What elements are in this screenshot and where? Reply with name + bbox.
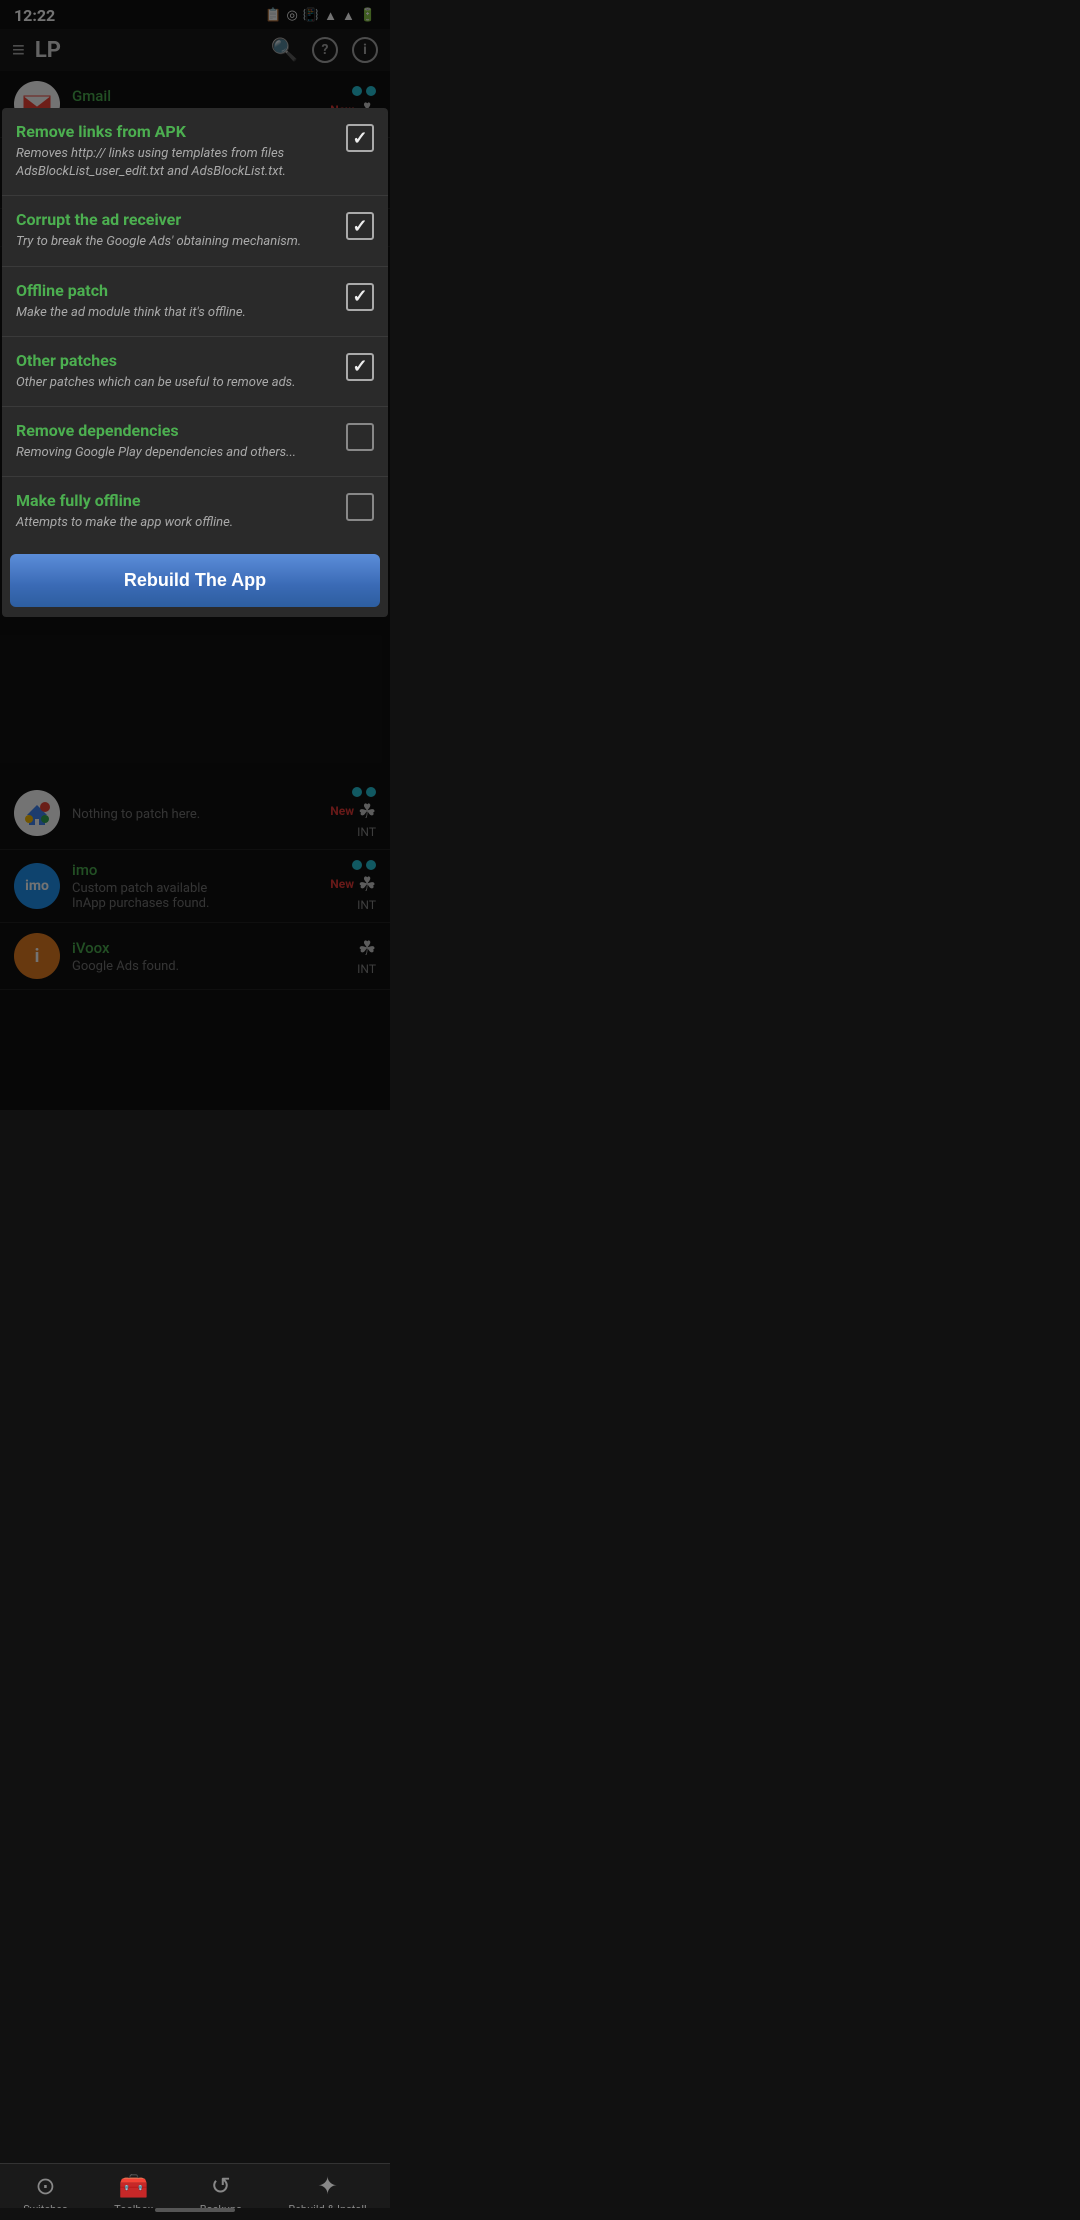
patch-desc-fully-offline: Attempts to make the app work offline.: [16, 514, 336, 532]
backups-icon: ↺: [211, 2172, 231, 2200]
patch-text-fully-offline: Make fully offline Attempts to make the …: [16, 491, 346, 532]
patch-checkbox-other-patches[interactable]: [346, 353, 374, 381]
patch-item-remove-links[interactable]: Remove links from APK Removes http:// li…: [2, 108, 388, 196]
patch-checkbox-remove-deps[interactable]: [346, 423, 374, 451]
nav-indicator: [0, 2208, 390, 2220]
nav-indicator-bar: [155, 2208, 235, 2212]
patch-modal: Remove links from APK Removes http:// li…: [2, 108, 388, 617]
patch-title-fully-offline: Make fully offline: [16, 491, 336, 510]
patch-checkbox-fully-offline[interactable]: [346, 493, 374, 521]
patch-desc-remove-deps: Removing Google Play dependencies and ot…: [16, 444, 336, 462]
patch-text-corrupt-ad: Corrupt the ad receiver Try to break the…: [16, 210, 346, 251]
patch-title-offline-patch: Offline patch: [16, 281, 336, 300]
patch-text-remove-deps: Remove dependencies Removing Google Play…: [16, 421, 346, 462]
patch-text-remove-links: Remove links from APK Removes http:// li…: [16, 122, 346, 181]
patch-item-remove-deps[interactable]: Remove dependencies Removing Google Play…: [2, 407, 388, 477]
patch-title-remove-deps: Remove dependencies: [16, 421, 336, 440]
patch-desc-offline-patch: Make the ad module think that it's offli…: [16, 304, 336, 322]
patch-title-corrupt-ad: Corrupt the ad receiver: [16, 210, 336, 229]
patch-desc-other-patches: Other patches which can be useful to rem…: [16, 374, 336, 392]
patch-item-fully-offline[interactable]: Make fully offline Attempts to make the …: [2, 477, 388, 546]
patch-title-other-patches: Other patches: [16, 351, 336, 370]
patch-title-remove-links: Remove links from APK: [16, 122, 336, 141]
switches-icon: ⊙: [35, 2172, 55, 2200]
patch-desc-remove-links: Removes http:// links using templates fr…: [16, 145, 336, 181]
patch-item-other-patches[interactable]: Other patches Other patches which can be…: [2, 337, 388, 407]
patch-desc-corrupt-ad: Try to break the Google Ads' obtaining m…: [16, 233, 336, 251]
patch-checkbox-offline-patch[interactable]: [346, 283, 374, 311]
patch-checkbox-corrupt-ad[interactable]: [346, 212, 374, 240]
patch-checkbox-remove-links[interactable]: [346, 124, 374, 152]
patch-item-corrupt-ad[interactable]: Corrupt the ad receiver Try to break the…: [2, 196, 388, 266]
rebuild-button[interactable]: Rebuild The App: [10, 554, 380, 607]
patch-text-other-patches: Other patches Other patches which can be…: [16, 351, 346, 392]
patch-text-offline-patch: Offline patch Make the ad module think t…: [16, 281, 346, 322]
toolbox-icon: 🧰: [119, 2172, 149, 2200]
patch-item-offline-patch[interactable]: Offline patch Make the ad module think t…: [2, 267, 388, 337]
rebuild-install-icon: ✦: [317, 2172, 337, 2200]
